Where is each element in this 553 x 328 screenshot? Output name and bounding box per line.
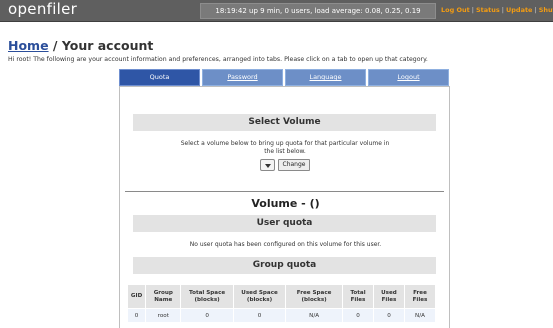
select-volume-heading: Select Volume — [133, 114, 436, 131]
account-tabs: Quota Password Language Logout — [119, 69, 450, 86]
table-row: 0 root 0 0 N/A 0 0 N/A — [128, 309, 435, 322]
cell-total-files: 0 — [342, 309, 373, 322]
volume-select[interactable] — [260, 159, 275, 171]
update-link[interactable]: Update — [506, 6, 533, 14]
tab-language-label: Language — [309, 73, 342, 81]
group-quota-table: GID Group Name Total Space (blocks) Used… — [127, 284, 436, 323]
cell-free-space: N/A — [286, 309, 342, 322]
openfiler-logo: openfiler — [8, 0, 78, 18]
breadcrumb-separator: / — [48, 38, 62, 53]
breadcrumb-home-link[interactable]: Home — [8, 38, 49, 53]
user-quota-message: No user quota has been configured on thi… — [189, 241, 382, 248]
system-status: 18:19:42 up 9 min, 0 users, load average… — [200, 3, 436, 19]
cell-used-space: 0 — [233, 309, 286, 322]
column-header-total-space: Total Space (blocks) — [181, 285, 233, 308]
tab-logout-label: Logout — [397, 73, 420, 81]
shutdown-link[interactable]: Shutdown — [539, 6, 553, 14]
tab-logout[interactable]: Logout — [368, 69, 449, 86]
top-links: Log Out|Status|Update|Shutdown — [441, 6, 553, 14]
tab-language[interactable]: Language — [285, 69, 366, 86]
link-separator: | — [471, 6, 474, 14]
cell-gid: 0 — [128, 309, 146, 322]
page-title: Your account — [61, 38, 154, 53]
column-header-used-space: Used Space (blocks) — [233, 285, 286, 308]
tab-password[interactable]: Password — [202, 69, 283, 86]
volume-title: Volume - () — [251, 197, 320, 210]
tab-password-label: Password — [227, 73, 258, 81]
link-separator: | — [501, 6, 504, 14]
intro-text: Hi root! The following are your account … — [8, 56, 428, 63]
column-header-used-files: Used Files — [373, 285, 404, 308]
breadcrumb: Home / Your account — [8, 38, 153, 53]
column-header-total-files: Total Files — [342, 285, 373, 308]
column-header-gid: GID — [128, 285, 146, 308]
section-divider — [125, 191, 444, 192]
column-header-group-name: Group Name — [146, 285, 181, 308]
logout-link[interactable]: Log Out — [441, 6, 470, 14]
table-header-row: GID Group Name Total Space (blocks) Used… — [128, 285, 435, 308]
select-volume-description: Select a volume below to bring up quota … — [180, 140, 390, 155]
cell-used-files: 0 — [373, 309, 404, 322]
column-header-free-files: Free Files — [404, 285, 435, 308]
chevron-down-icon — [265, 164, 271, 168]
status-link[interactable]: Status — [476, 6, 500, 14]
cell-group-name: root — [146, 309, 181, 322]
link-separator: | — [534, 6, 537, 14]
top-bar: openfiler 18:19:42 up 9 min, 0 users, lo… — [0, 0, 553, 22]
tab-quota[interactable]: Quota — [119, 69, 200, 86]
group-quota-heading: Group quota — [133, 257, 436, 274]
cell-total-space: 0 — [181, 309, 233, 322]
column-header-free-space: Free Space (blocks) — [286, 285, 342, 308]
cell-free-files: N/A — [404, 309, 435, 322]
tab-quota-label: Quota — [149, 73, 170, 81]
change-button[interactable]: Change — [278, 159, 310, 171]
quota-panel: Select Volume Select a volume below to b… — [119, 86, 450, 328]
user-quota-heading: User quota — [133, 215, 436, 232]
